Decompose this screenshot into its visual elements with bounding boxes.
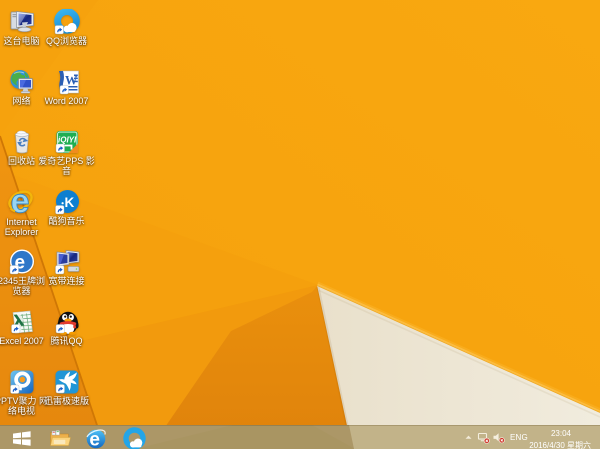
svg-text:K: K	[64, 195, 74, 210]
svg-text:e: e	[11, 189, 30, 216]
svg-text:iQIYI: iQIYI	[58, 135, 77, 144]
